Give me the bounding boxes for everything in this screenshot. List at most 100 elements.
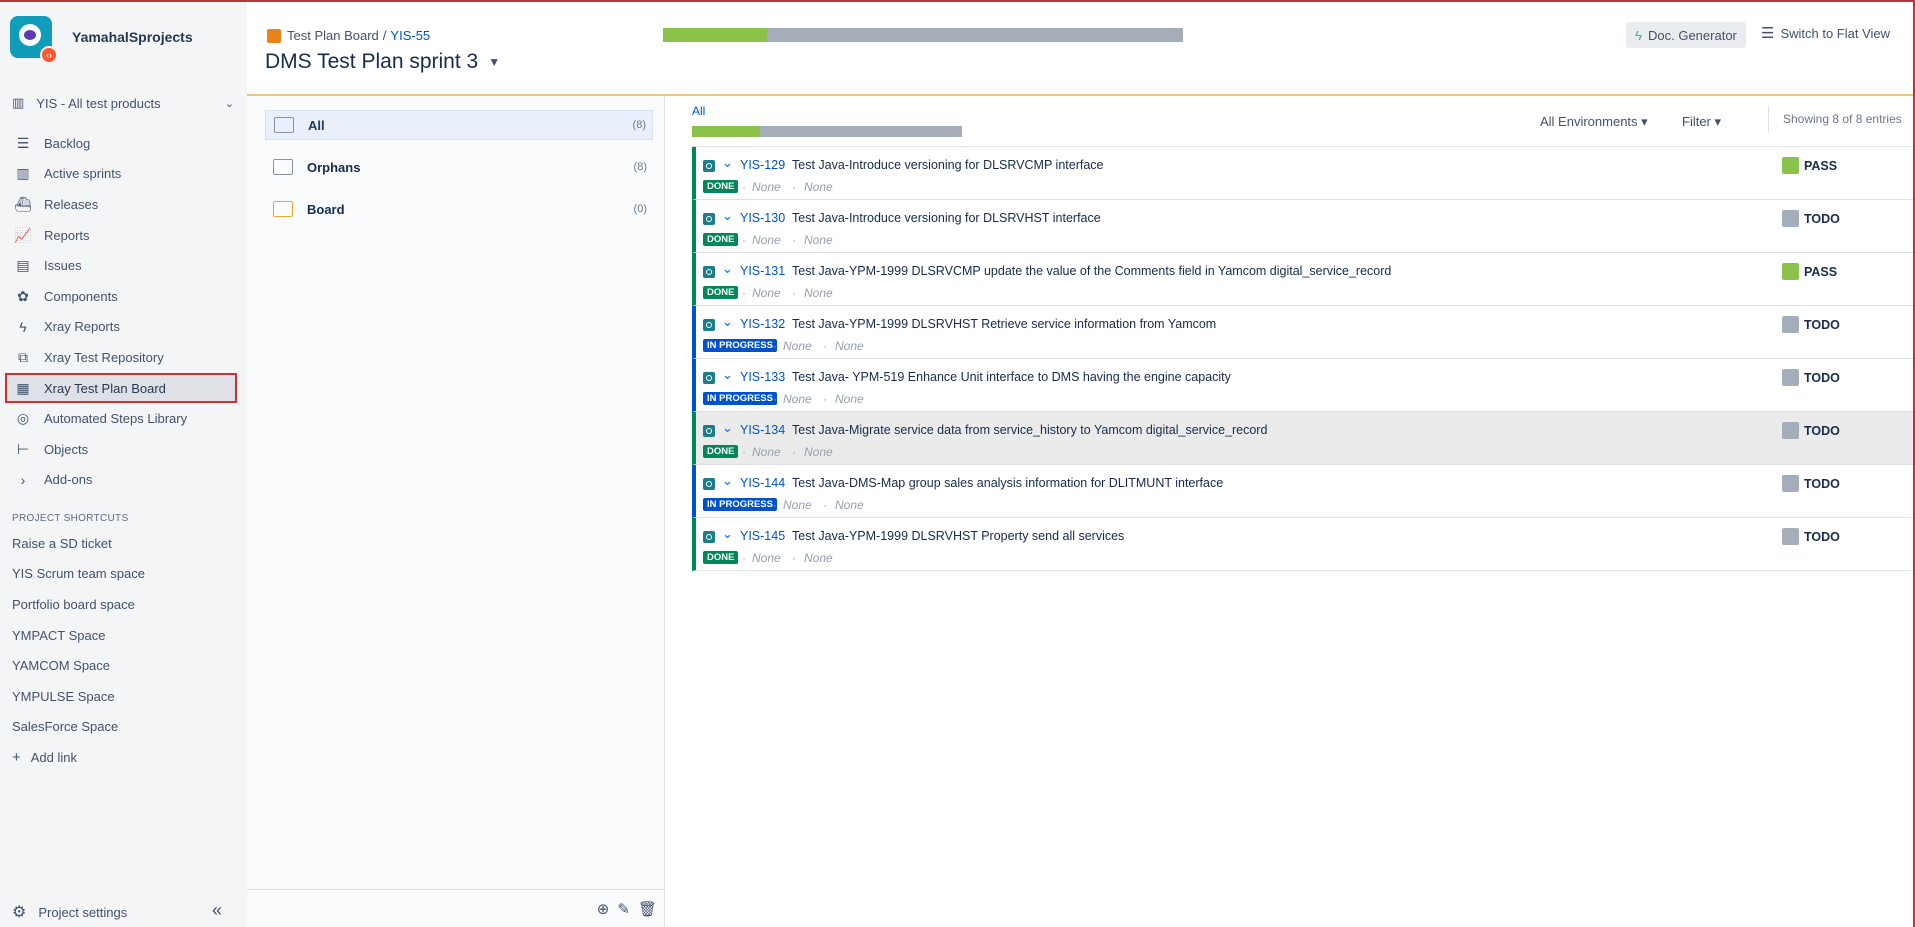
add-folder-icon[interactable]: ⊕ xyxy=(597,900,610,918)
sidebar-item-objects[interactable]: ⊢ Objects xyxy=(5,434,237,465)
project-header[interactable]: ‹› YamahalSprojects xyxy=(10,16,193,64)
meta-value: None xyxy=(783,392,812,406)
issue-key-link[interactable]: YIS-144 xyxy=(740,476,785,490)
sidebar-item-xray-test-plan-board[interactable]: ▦ Xray Test Plan Board xyxy=(5,372,237,404)
switch-flat-view-button[interactable]: ☰ Switch to Flat View xyxy=(1761,24,1890,42)
table-row[interactable]: ⌄ YIS-144 Test Java-DMS-Map group sales an… xyxy=(692,465,1913,518)
sidebar-item-components[interactable]: ✿ Components xyxy=(5,281,237,312)
issue-key-link[interactable]: YIS-131 xyxy=(740,264,785,278)
chevron-right-icon: › xyxy=(20,471,26,488)
breadcrumb-separator: / xyxy=(382,28,387,43)
sidebar-item-reports[interactable]: 📈 Reports xyxy=(5,220,237,251)
board-icon: ▥ xyxy=(16,165,30,182)
meta-value: None xyxy=(783,498,812,512)
project-settings-label: Project settings xyxy=(38,904,128,920)
edit-pencil-icon[interactable]: ✎ xyxy=(617,900,630,918)
issue-key-link[interactable]: YIS-134 xyxy=(740,423,785,437)
issue-summary[interactable]: Test Java-YPM-1999 DLSRVCMP update the v… xyxy=(792,264,1391,278)
table-row[interactable]: ⌄ YIS-145 Test Java-YPM-1999 DLSRVHST Prop… xyxy=(692,518,1913,571)
filter-dropdown[interactable]: Filter ▾ xyxy=(1682,114,1721,130)
issues-icon: ▤ xyxy=(16,257,30,274)
page-title[interactable]: DMS Test Plan sprint 3 ▼ xyxy=(265,50,500,74)
issue-summary[interactable]: Test Java-DMS-Map group sales analysis i… xyxy=(792,476,1223,490)
folder-item-orphans[interactable]: Orphans (8) xyxy=(265,152,653,182)
breadcrumb: Test Plan Board / YIS-55 xyxy=(267,28,430,43)
sidebar-item-releases[interactable]: ⛴ Releases xyxy=(5,189,237,220)
result-color-swatch xyxy=(1782,475,1799,492)
issue-summary[interactable]: Test Java-Migrate service data from serv… xyxy=(792,423,1267,437)
issue-summary[interactable]: Test Java-YPM-1999 DLSRVHST Retrieve ser… xyxy=(792,317,1216,331)
table-row[interactable]: ⌄ YIS-134 Test Java-Migrate service data f… xyxy=(692,412,1913,465)
meta-value: None xyxy=(804,233,833,247)
issue-key-link[interactable]: YIS-145 xyxy=(740,529,785,543)
issue-summary[interactable]: Test Java- YPM-519 Enhance Unit interfac… xyxy=(792,370,1231,384)
test-result[interactable]: TODO xyxy=(1782,316,1840,333)
issue-key-link[interactable]: YIS-133 xyxy=(740,370,785,384)
test-type-icon xyxy=(703,531,715,543)
meta-value: None xyxy=(804,551,833,565)
caret-down-icon: ▼ xyxy=(488,55,501,69)
project-selector[interactable]: ▥ YIS - All test products ⌄ xyxy=(12,92,234,114)
test-result[interactable]: PASS xyxy=(1782,157,1837,174)
test-type-icon xyxy=(703,478,715,490)
sidebar-item-active-sprints[interactable]: ▥ Active sprints xyxy=(5,159,237,190)
add-link-button[interactable]: + Add link xyxy=(12,742,145,773)
test-type-icon xyxy=(703,160,715,172)
trash-icon[interactable]: 🗑 xyxy=(638,900,657,918)
status-badge: IN PROGRESS xyxy=(703,339,777,352)
sidebar-item-backlog[interactable]: ☰ Backlog xyxy=(5,128,237,159)
folder-item-all[interactable]: All (8) xyxy=(265,110,653,140)
issue-key-link[interactable]: YIS-130 xyxy=(740,211,785,225)
issue-key-link[interactable]: YIS-132 xyxy=(740,317,785,331)
test-result[interactable]: TODO xyxy=(1782,210,1840,227)
shortcut-link[interactable]: YAMCOM Space xyxy=(12,650,145,681)
priority-low-icon: ⌄ xyxy=(722,261,733,276)
folder-panel-footer: ⊕ ✎ 🗑 xyxy=(247,889,665,927)
folder-item-board[interactable]: Board (0) xyxy=(265,194,653,224)
breadcrumb-board[interactable]: Test Plan Board xyxy=(287,28,379,43)
environments-dropdown[interactable]: All Environments ▾ xyxy=(1540,114,1648,130)
test-result[interactable]: TODO xyxy=(1782,475,1840,492)
issue-summary[interactable]: Test Java-Introduce versioning for DLSRV… xyxy=(792,158,1104,172)
sidebar-item-label: Active sprints xyxy=(44,166,122,182)
table-row[interactable]: ⌄ YIS-131 Test Java-YPM-1999 DLSRVCMP upda… xyxy=(692,253,1913,306)
code-badge-icon: ‹› xyxy=(40,46,58,64)
breadcrumb-issue-key[interactable]: YIS-55 xyxy=(390,28,430,43)
doc-generator-button[interactable]: ϟ Doc. Generator xyxy=(1626,22,1746,48)
project-settings-link[interactable]: ⚙ Project settings xyxy=(12,902,127,922)
sidebar-item-label: Backlog xyxy=(44,135,91,151)
test-result[interactable]: TODO xyxy=(1782,528,1840,545)
issue-summary[interactable]: Test Java-YPM-1999 DLSRVHST Property sen… xyxy=(792,529,1124,543)
meta-value: None xyxy=(752,286,781,300)
sidebar-item-add-ons[interactable]: › Add-ons xyxy=(5,465,237,496)
table-row[interactable]: ⌄ YIS-130 Test Java-Introduce versioning f… xyxy=(692,200,1913,253)
test-result[interactable]: TODO xyxy=(1782,422,1840,439)
shortcut-link[interactable]: YIS Scrum team space xyxy=(12,559,145,590)
shortcut-link[interactable]: YMPACT Space xyxy=(12,620,145,651)
switch-flat-view-label: Switch to Flat View xyxy=(1780,25,1891,41)
meta-value: None xyxy=(835,392,864,406)
issue-summary[interactable]: Test Java-Introduce versioning for DLSRV… xyxy=(792,211,1101,225)
meta-value: None xyxy=(752,180,781,194)
meta-value: None xyxy=(752,233,781,247)
shortcut-link[interactable]: YMPULSE Space xyxy=(12,681,145,712)
test-result[interactable]: PASS xyxy=(1782,263,1837,280)
meta-separator: · xyxy=(742,180,746,194)
sidebar-item-automated-steps-library[interactable]: ◎ Automated Steps Library xyxy=(5,403,237,434)
test-type-icon xyxy=(703,425,715,437)
issue-key-link[interactable]: YIS-129 xyxy=(740,158,785,172)
table-row[interactable]: ⌄ YIS-133 Test Java- YPM-519 Enhance Unit … xyxy=(692,359,1913,412)
shortcut-link[interactable]: Raise a SD ticket xyxy=(12,528,145,559)
table-row[interactable]: ⌄ YIS-129 Test Java-Introduce versioning f… xyxy=(692,147,1913,200)
collapse-sidebar-icon[interactable]: « xyxy=(212,900,222,921)
shortcut-link[interactable]: SalesForce Space xyxy=(12,712,145,743)
table-row[interactable]: ⌄ YIS-132 Test Java-YPM-1999 DLSRVHST Retr… xyxy=(692,306,1913,359)
sidebar-item-issues[interactable]: ▤ Issues xyxy=(5,250,237,281)
meta-value: None xyxy=(835,339,864,353)
test-result[interactable]: TODO xyxy=(1782,369,1840,386)
sidebar-item-xray-reports[interactable]: ϟ Xray Reports xyxy=(5,312,237,343)
sidebar-item-xray-test-repository[interactable]: ⧉ Xray Test Repository xyxy=(5,342,237,373)
test-plan-progress-bar xyxy=(663,28,1183,42)
shortcut-link[interactable]: Portfolio board space xyxy=(12,589,145,620)
status-badge: DONE xyxy=(703,551,739,564)
